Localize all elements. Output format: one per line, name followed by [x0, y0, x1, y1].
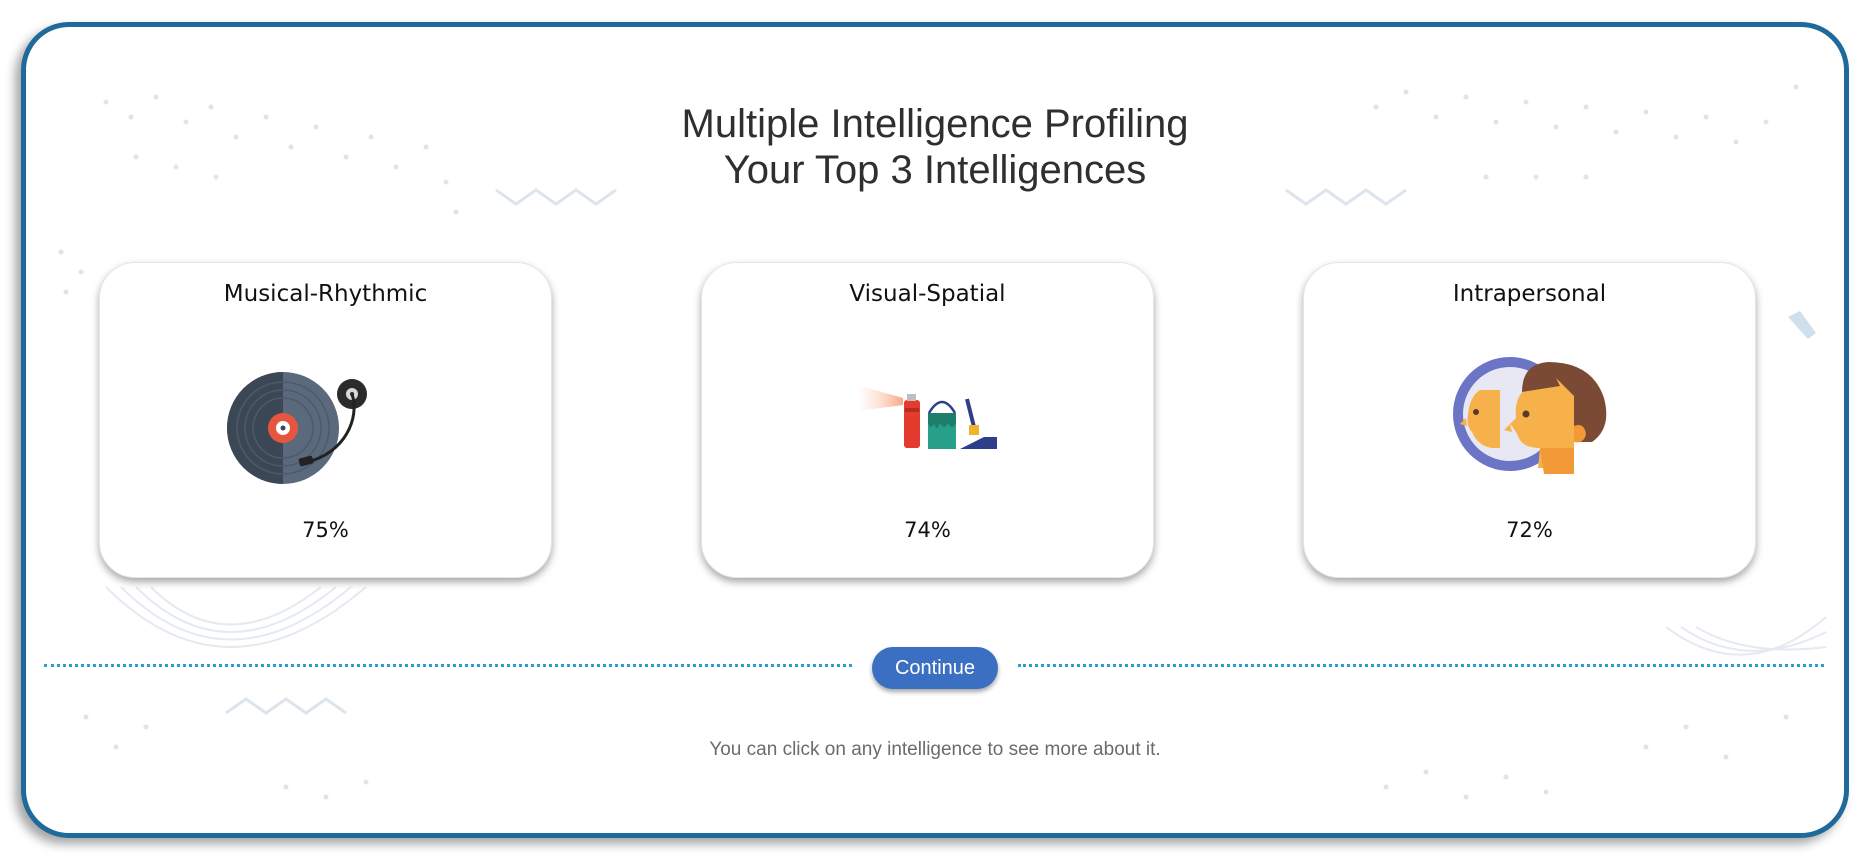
intelligence-card-intrapersonal[interactable]: Intrapersonal 72%: [1303, 262, 1756, 578]
card-percent: 75%: [302, 518, 349, 542]
page-title: Multiple Intelligence Profiling Your Top…: [26, 101, 1844, 193]
paint-supplies-icon: [857, 383, 998, 458]
title-line-1: Multiple Intelligence Profiling: [681, 102, 1189, 146]
results-frame: Multiple Intelligence Profiling Your Top…: [21, 22, 1849, 838]
card-percent: 74%: [904, 518, 951, 542]
intelligence-card-musical-rhythmic[interactable]: Musical-Rhythmic 75%: [99, 262, 552, 578]
card-title: Intrapersonal: [1452, 281, 1607, 307]
card-title: Musical-Rhythmic: [223, 281, 428, 307]
divider-right: [1018, 664, 1824, 667]
card-title: Visual-Spatial: [849, 281, 1006, 307]
title-line-2: Your Top 3 Intelligences: [723, 148, 1147, 192]
record-player-icon: [225, 358, 375, 493]
intelligence-card-visual-spatial[interactable]: Visual-Spatial 74%: [701, 262, 1154, 578]
mirror-reflection-icon: [1452, 356, 1612, 481]
divider-left: [44, 664, 852, 667]
continue-button[interactable]: Continue: [872, 647, 998, 689]
card-percent: 72%: [1506, 518, 1553, 542]
hint-text: You can click on any intelligence to see…: [709, 739, 1161, 760]
